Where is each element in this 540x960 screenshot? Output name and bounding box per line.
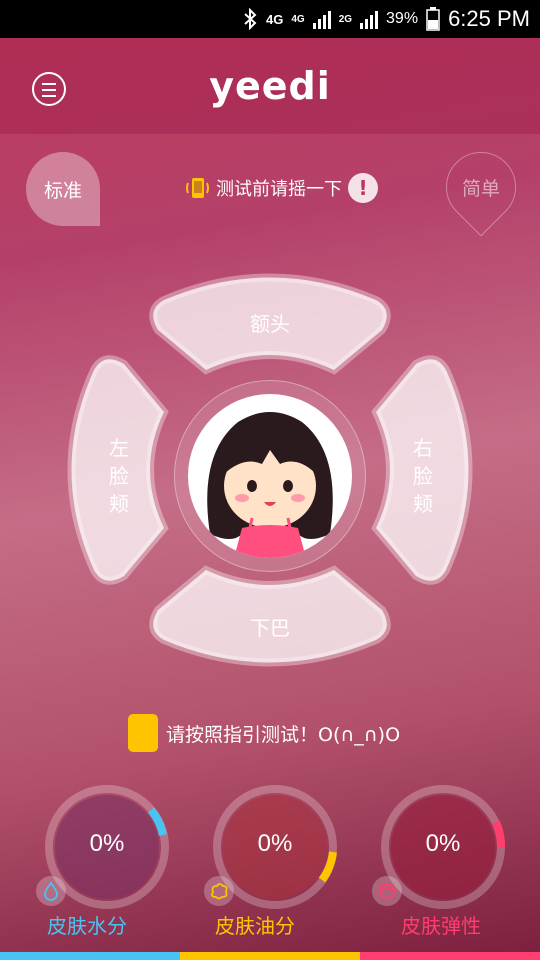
simple-mode-label: 简单 xyxy=(461,177,500,200)
right-cheek-label: 右脸颊 xyxy=(413,436,433,516)
elasticity-value: 0% xyxy=(425,830,461,857)
network-type-1: 4G xyxy=(266,11,284,27)
guide-text: 请按照指引测试！O(∩_∩)O xyxy=(166,723,401,746)
oil-label: 皮肤油分 xyxy=(215,914,295,938)
battery-percent: 39% xyxy=(386,10,419,27)
clock: 6:25 PM xyxy=(448,6,530,31)
signal-icon-2 xyxy=(360,9,379,29)
shake-tip-text: 测试前请摇一下 xyxy=(216,179,342,200)
moisture-value: 0% xyxy=(89,830,125,857)
oil-gauge[interactable]: 0% xyxy=(204,782,340,912)
standard-mode-label: 标准 xyxy=(43,179,82,202)
bluetooth-icon xyxy=(244,8,257,30)
water-drop-icon xyxy=(36,876,66,906)
elasticity-icon xyxy=(372,876,402,906)
elasticity-label: 皮肤弹性 xyxy=(401,914,481,938)
oil-icon xyxy=(204,876,234,906)
app-bar: yeedi xyxy=(0,38,540,134)
moisture-gauge[interactable]: 0% xyxy=(36,782,172,912)
battery-icon xyxy=(426,7,440,31)
oil-value: 0% xyxy=(257,830,293,857)
moisture-label: 皮肤水分 xyxy=(47,914,127,938)
app-logo: yeedi xyxy=(209,64,331,108)
status-bar: 4G 4G 2G 39% 6:25 PM xyxy=(0,0,540,38)
avatar xyxy=(188,394,352,558)
guide-icon xyxy=(128,714,158,752)
forehead-label: 额头 xyxy=(250,312,290,336)
left-cheek-label: 左脸颊 xyxy=(109,436,129,516)
girl-avatar-icon xyxy=(207,412,333,558)
shake-tip: 测试前请摇一下 ! xyxy=(184,172,378,204)
bottom-color-strip xyxy=(0,952,540,960)
standard-mode-button[interactable]: 标准 xyxy=(26,152,100,226)
warning-icon[interactable]: ! xyxy=(348,173,378,203)
shake-phone-icon xyxy=(186,178,209,198)
chin-label: 下巴 xyxy=(250,616,290,640)
network-type-2: 4G xyxy=(291,13,305,25)
signal-icon xyxy=(312,9,331,29)
network-type-3: 2G xyxy=(338,13,353,25)
face-zone-controller: 额头 下巴 左脸颊 右脸颊 xyxy=(64,270,476,670)
guide-tip: 请按照指引测试！O(∩_∩)O xyxy=(128,714,400,752)
elasticity-gauge[interactable]: 0% xyxy=(372,782,508,912)
simple-mode-button[interactable]: 简单 xyxy=(446,152,516,222)
